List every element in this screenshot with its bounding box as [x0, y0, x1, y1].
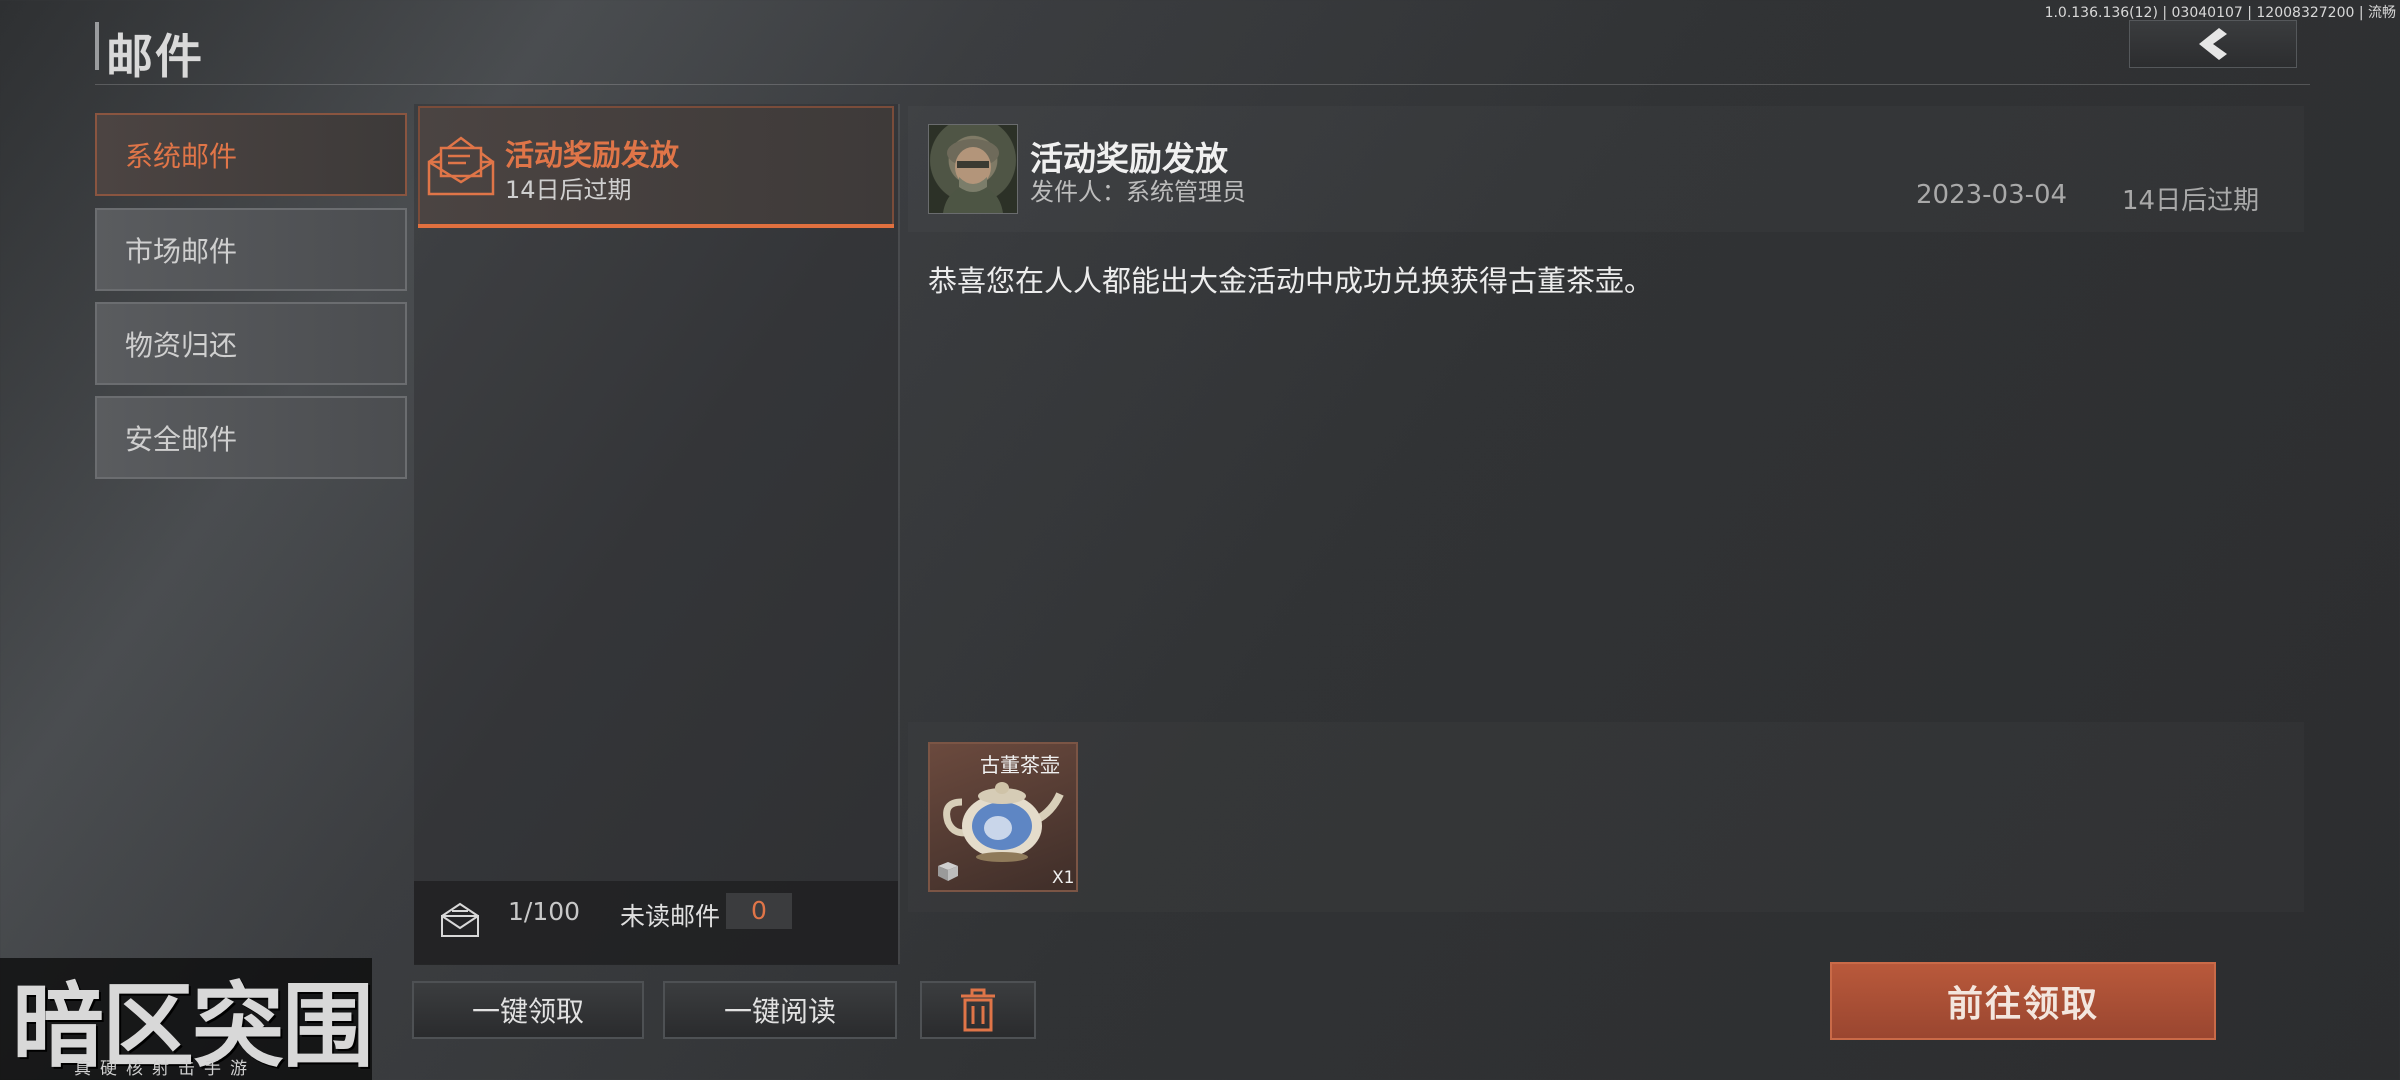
- unread-label: 未读邮件: [620, 902, 721, 931]
- mail-list-panel: [414, 104, 898, 964]
- attachment-name: 古董茶壶: [980, 753, 1060, 777]
- category-label: 市场邮件: [125, 234, 238, 268]
- mail-icon: [440, 902, 480, 942]
- teapot-icon: [940, 762, 1066, 876]
- category-market-mail[interactable]: 市场邮件: [95, 208, 407, 291]
- detail-sender: 发件人：系统管理员: [1030, 178, 1246, 206]
- detail-date: 2023-03-04: [1916, 180, 2068, 210]
- claim-all-label: 一键领取: [471, 995, 584, 1028]
- category-system-mail[interactable]: 系统邮件: [95, 113, 407, 196]
- claim-all-button[interactable]: 一键领取: [412, 981, 644, 1039]
- selected-indicator: [418, 224, 894, 228]
- go-claim-button[interactable]: 前往领取: [1830, 962, 2216, 1040]
- category-security-mail[interactable]: 安全邮件: [95, 396, 407, 479]
- title-marker: [95, 22, 99, 70]
- mail-body: 恭喜您在人人都能出大金活动中成功兑换获得古董茶壶。: [928, 264, 1654, 298]
- game-logo-subtitle: 真硬核射击手游: [74, 1059, 256, 1079]
- back-button[interactable]: [2129, 20, 2297, 68]
- version-info: 1.0.136.136(12) | 03040107 | 12008327200…: [2044, 5, 2396, 21]
- attachment-quantity: X1: [1052, 868, 1075, 888]
- unread-count: 0: [751, 896, 767, 925]
- header-divider: [95, 84, 2310, 85]
- mail-item-expiry: 14日后过期: [505, 176, 632, 204]
- delete-button[interactable]: [920, 981, 1036, 1039]
- category-supply-return[interactable]: 物资归还: [95, 302, 407, 385]
- mail-count: 1/100: [508, 897, 581, 926]
- read-all-button[interactable]: 一键阅读: [663, 981, 897, 1039]
- category-label: 系统邮件: [125, 139, 238, 173]
- category-label: 安全邮件: [125, 422, 238, 456]
- panel-divider: [898, 104, 900, 964]
- trash-icon: [961, 988, 995, 1032]
- detail-expiry: 14日后过期: [2122, 186, 2260, 216]
- sender-avatar: [928, 124, 1018, 214]
- page-title: 邮件: [106, 30, 204, 85]
- attachment-panel: [908, 722, 2304, 912]
- chevron-left-icon: [2199, 28, 2227, 60]
- category-label: 物资归还: [125, 328, 238, 362]
- box-icon: [936, 860, 960, 886]
- mail-item-title: 活动奖励发放: [505, 138, 680, 172]
- open-envelope-icon: [426, 132, 496, 202]
- go-claim-label: 前往领取: [1946, 984, 2099, 1025]
- read-all-label: 一键阅读: [723, 995, 836, 1028]
